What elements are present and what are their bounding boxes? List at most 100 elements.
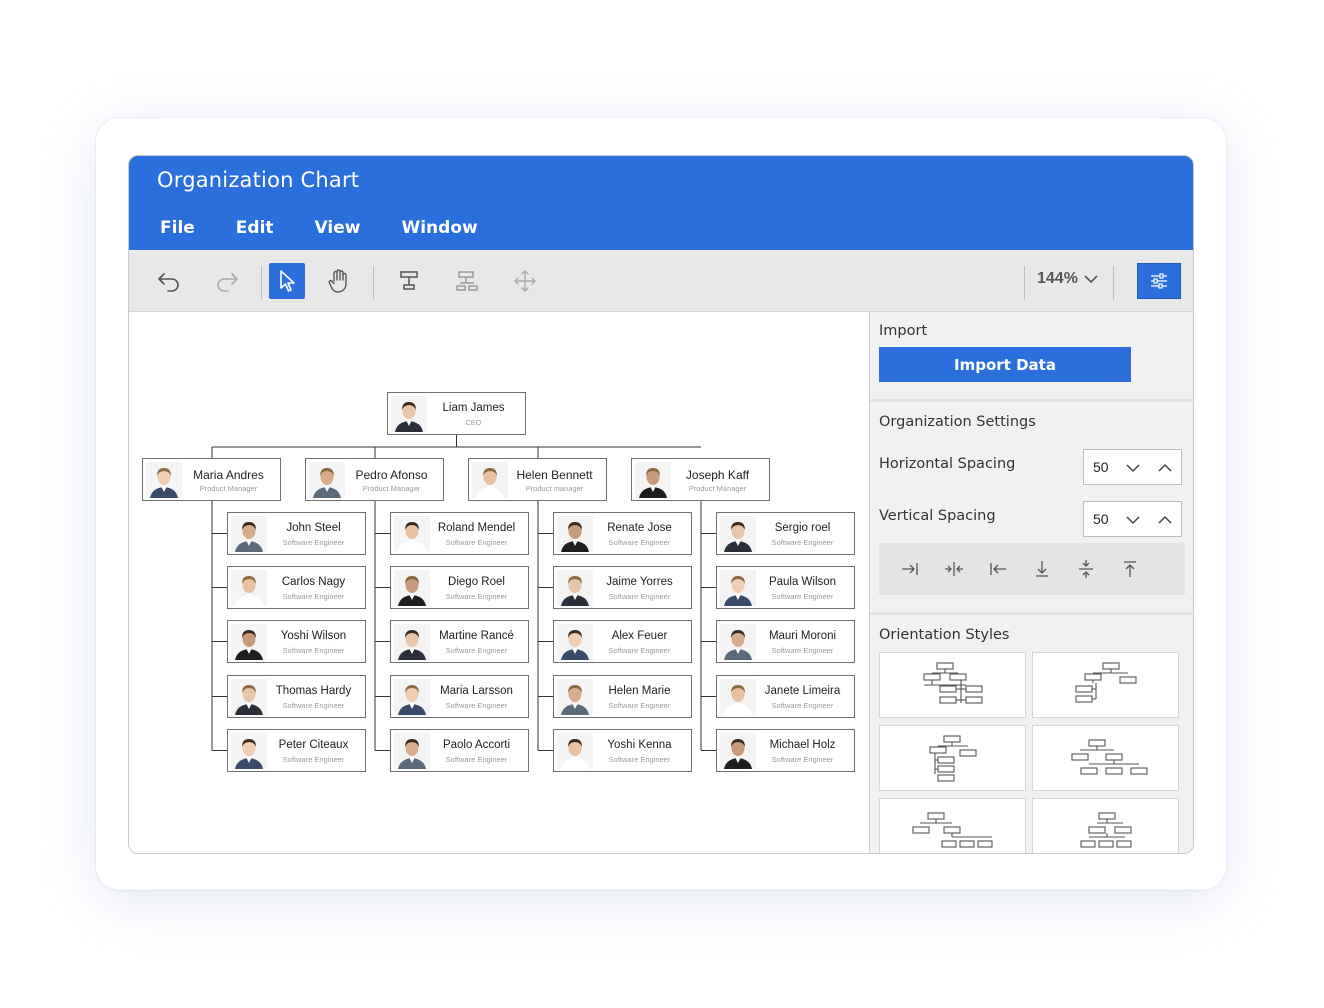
orientation-style-3[interactable] <box>879 725 1026 791</box>
align-bottom-icon[interactable] <box>1031 558 1053 580</box>
horizontal-spacing-stepper[interactable]: 50 <box>1083 449 1182 485</box>
node-name: Sergio roel <box>774 522 831 534</box>
align-left-icon[interactable] <box>987 558 1009 580</box>
node-role: Product manager <box>525 484 584 493</box>
org-node[interactable]: Liam James CEO <box>387 392 526 435</box>
align-center-vertical-icon[interactable] <box>1075 558 1097 580</box>
alignment-toolbar <box>879 543 1185 595</box>
org-node[interactable]: Jaime Yorres Software Engineer <box>553 566 692 609</box>
orientation-style-2[interactable] <box>1032 652 1179 718</box>
node-role: Software Engineer <box>608 592 671 601</box>
pan-hand-icon[interactable] <box>321 263 357 299</box>
menu-file[interactable]: File <box>160 218 195 238</box>
chevron-down-icon <box>1084 275 1098 284</box>
align-top-icon[interactable] <box>1119 558 1141 580</box>
org-node[interactable]: Yoshi Kenna Software Engineer <box>553 729 692 772</box>
properties-panel: Import Import Data Organization Settings… <box>869 312 1193 853</box>
add-sibling-icon[interactable] <box>449 263 485 299</box>
org-node[interactable]: Helen Marie Software Engineer <box>553 675 692 718</box>
org-node[interactable]: Thomas Hardy Software Engineer <box>227 675 366 718</box>
org-node[interactable]: Pedro Afonso Product Manager <box>305 458 444 501</box>
node-name: Helen Bennett <box>516 468 593 482</box>
settings-sliders-button[interactable] <box>1137 263 1181 299</box>
node-name: Peter Citeaux <box>278 739 349 751</box>
org-node[interactable]: Alex Feuer Software Engineer <box>553 620 692 663</box>
vertical-spacing-stepper[interactable]: 50 <box>1083 501 1182 537</box>
org-node[interactable]: Paula Wilson Software Engineer <box>716 566 855 609</box>
orientation-style-5[interactable] <box>879 798 1026 853</box>
node-name: John Steel <box>286 522 341 534</box>
menu-edit[interactable]: Edit <box>236 218 274 238</box>
node-name: Roland Mendel <box>437 522 516 534</box>
zoom-dropdown[interactable]: 144% <box>1037 270 1098 288</box>
import-data-button[interactable]: Import Data <box>879 347 1131 382</box>
menu-view[interactable]: View <box>315 218 361 238</box>
select-pointer-icon[interactable] <box>269 263 305 299</box>
org-node[interactable]: Paolo Accorti Software Engineer <box>390 729 529 772</box>
org-node[interactable]: Carlos Nagy Software Engineer <box>227 566 366 609</box>
node-name: Helen Marie <box>608 685 671 697</box>
menu-window[interactable]: Window <box>401 218 477 238</box>
org-node[interactable]: Joseph Kaff Product Manager <box>631 458 770 501</box>
node-role: Software Engineer <box>771 701 834 710</box>
node-name: Mauri Moroni <box>768 630 837 642</box>
node-name: Janete Limeira <box>764 685 841 697</box>
org-node[interactable]: Helen Bennett Product manager <box>468 458 607 501</box>
node-role: Software Engineer <box>771 755 834 764</box>
align-right-icon[interactable] <box>899 558 921 580</box>
node-name: Pedro Afonso <box>355 468 428 482</box>
org-node[interactable]: Maria Andres Product Manager <box>142 458 281 501</box>
node-name: Paula Wilson <box>768 576 837 588</box>
redo-icon[interactable] <box>209 263 245 299</box>
orientation-style-1[interactable] <box>879 652 1026 718</box>
chevron-up-icon[interactable] <box>1156 511 1174 529</box>
org-node[interactable]: John Steel Software Engineer <box>227 512 366 555</box>
org-node[interactable]: Roland Mendel Software Engineer <box>390 512 529 555</box>
toolbar-separator <box>373 266 374 300</box>
node-role: Software Engineer <box>445 538 508 547</box>
orientation-thumbnail <box>912 812 993 848</box>
import-label: Import <box>879 323 928 339</box>
node-role: Software Engineer <box>608 538 671 547</box>
node-name: Diego Roel <box>448 576 505 588</box>
chevron-down-icon[interactable] <box>1124 459 1142 477</box>
node-name: Maria Andres <box>193 468 264 482</box>
app-title: Organization Chart <box>157 168 360 192</box>
org-node[interactable]: Renate Jose Software Engineer <box>553 512 692 555</box>
add-child-icon[interactable] <box>391 263 427 299</box>
node-role: Software Engineer <box>771 646 834 655</box>
chevron-down-icon[interactable] <box>1124 511 1142 529</box>
diagram-canvas[interactable]: Liam James CEO Maria Andres Product Manager… <box>129 312 869 853</box>
node-name: Michael Holz <box>769 739 836 751</box>
org-node[interactable]: Peter Citeaux Software Engineer <box>227 729 366 772</box>
node-role: Software Engineer <box>445 646 508 655</box>
org-node[interactable]: Janete Limeira Software Engineer <box>716 675 855 718</box>
zoom-value: 144% <box>1037 270 1078 287</box>
move-icon[interactable] <box>507 263 543 299</box>
orientation-style-4[interactable] <box>1032 725 1179 791</box>
node-name: Renate Jose <box>607 522 672 534</box>
node-name: Maria Larsson <box>440 685 513 697</box>
chevron-up-icon[interactable] <box>1156 459 1174 477</box>
toolbar-separator <box>261 266 262 300</box>
org-node[interactable]: Yoshi Wilson Software Engineer <box>227 620 366 663</box>
org-node[interactable]: Martine Rancé Software Engineer <box>390 620 529 663</box>
node-name: Yoshi Wilson <box>280 630 347 642</box>
org-chart-app: Organization Chart File Edit View Window <box>128 155 1194 854</box>
org-node[interactable]: Maria Larsson Software Engineer <box>390 675 529 718</box>
org-node[interactable]: Michael Holz Software Engineer <box>716 729 855 772</box>
node-role: Software Engineer <box>608 646 671 655</box>
align-center-horizontal-icon[interactable] <box>943 558 965 580</box>
org-node[interactable]: Sergio roel Software Engineer <box>716 512 855 555</box>
node-name: Martine Rancé <box>439 630 514 642</box>
org-node[interactable]: Diego Roel Software Engineer <box>390 566 529 609</box>
node-role: Product Manager <box>688 484 747 493</box>
node-role: Software Engineer <box>608 701 671 710</box>
toolbar-separator <box>1113 266 1114 300</box>
orientation-style-6[interactable] <box>1032 798 1179 853</box>
org-node[interactable]: Mauri Moroni Software Engineer <box>716 620 855 663</box>
node-name: Joseph Kaff <box>685 468 750 482</box>
undo-icon[interactable] <box>151 263 187 299</box>
node-name: Liam James <box>442 402 505 414</box>
node-role: Software Engineer <box>282 755 345 764</box>
